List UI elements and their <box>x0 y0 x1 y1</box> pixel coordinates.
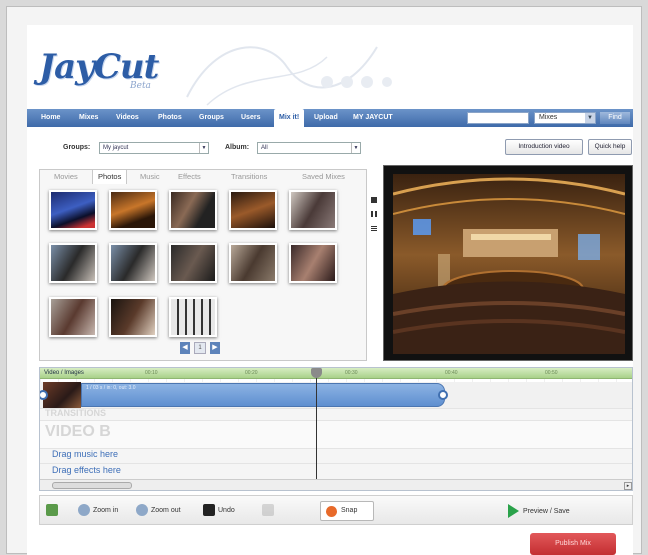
clip-end-handle[interactable] <box>438 390 448 400</box>
timeline-scrollbar[interactable]: ▸ <box>40 479 632 490</box>
timeline-clip[interactable] <box>81 383 445 407</box>
zoom-in-button[interactable]: Zoom in <box>78 504 118 518</box>
scrollbar-thumb[interactable] <box>52 482 132 489</box>
record-button[interactable] <box>46 504 61 518</box>
play-icon <box>508 504 519 518</box>
editor-toolbar: Zoom in Zoom out Undo Snap Preview / Sav… <box>39 495 633 525</box>
time-tick: 00:20 <box>245 370 258 376</box>
photo-thumbnail[interactable] <box>49 297 97 337</box>
time-tick: 00:30 <box>345 370 358 376</box>
camera-icon <box>46 504 58 517</box>
time-tick: 00:10 <box>145 370 158 376</box>
clip-thumbnail <box>43 382 81 408</box>
photo-thumbnail[interactable] <box>169 243 217 283</box>
beta-label: Beta <box>130 81 151 91</box>
page: JayCut Beta Home Mixes Videos Photos Gro… <box>27 25 633 555</box>
main-nav: Home Mixes Videos Photos Groups Users Mi… <box>27 109 633 127</box>
nav-my-jaycut[interactable]: MY JAYCUT <box>353 109 393 127</box>
tab-music[interactable]: Music <box>140 170 160 184</box>
magnet-icon <box>326 506 337 517</box>
album-select[interactable]: All ▼ <box>257 142 361 154</box>
video-b-track-label: VIDEO B <box>45 423 111 440</box>
video-b-track[interactable] <box>40 420 632 448</box>
nav-users[interactable]: Users <box>241 109 260 127</box>
media-library-panel: Movies Photos Music Effects Transitions … <box>39 169 367 361</box>
tab-transitions[interactable]: Transitions <box>231 170 267 184</box>
zoom-out-button[interactable]: Zoom out <box>136 504 181 518</box>
timeline-ruler[interactable]: Video / Images 00:10 00:20 00:30 00:40 0… <box>40 368 632 379</box>
photo-thumbnail[interactable] <box>49 243 97 283</box>
photo-thumbnail[interactable] <box>229 190 277 230</box>
video-images-track-label: Video / Images <box>44 370 84 376</box>
album-label: Album: <box>225 144 250 151</box>
next-page-icon[interactable]: ▶ <box>210 342 220 354</box>
preview-frame <box>393 174 625 354</box>
tab-saved-mixes[interactable]: Saved Mixes <box>302 170 345 184</box>
snap-button[interactable]: Snap <box>320 501 374 521</box>
page-number: 1 <box>194 342 206 354</box>
nav-groups[interactable]: Groups <box>199 109 224 127</box>
nav-mixes[interactable]: Mixes <box>79 109 98 127</box>
playhead <box>316 368 317 479</box>
introduction-video-button[interactable]: Introduction video <box>505 139 583 155</box>
photo-thumbnail[interactable] <box>109 297 157 337</box>
photo-thumbnail[interactable] <box>289 243 337 283</box>
search-input[interactable] <box>467 112 529 124</box>
chevron-down-icon: ▼ <box>199 143 208 153</box>
nav-photos[interactable]: Photos <box>158 109 182 127</box>
thumbnail-pager: ◀ 1 ▶ <box>177 342 225 354</box>
photo-thumbnail[interactable] <box>169 190 217 230</box>
nav-upload[interactable]: Upload <box>314 109 338 127</box>
preview-save-button[interactable]: Preview / Save <box>508 504 570 519</box>
time-tick: 00:40 <box>445 370 458 376</box>
music-track[interactable] <box>40 448 632 463</box>
chevron-down-icon: ▼ <box>585 113 595 123</box>
drag-music-hint: Drag music here <box>52 449 119 459</box>
time-tick: 00:50 <box>545 370 558 376</box>
redo-icon <box>262 504 274 517</box>
chevron-down-icon: ▼ <box>351 143 360 153</box>
scroll-right-icon[interactable]: ▸ <box>624 482 632 490</box>
effects-track[interactable] <box>40 463 632 479</box>
nav-mix-it[interactable]: Mix it! <box>274 109 305 127</box>
tab-movies[interactable]: Movies <box>54 170 78 184</box>
browser-frame: JayCut Beta Home Mixes Videos Photos Gro… <box>6 6 642 555</box>
find-button[interactable]: Find <box>600 112 630 124</box>
photo-thumbnail[interactable] <box>109 190 157 230</box>
decorative-swirl <box>186 46 392 106</box>
list-view-icon[interactable] <box>371 225 377 231</box>
drag-effects-hint: Drag effects here <box>52 465 121 475</box>
publish-mix-button[interactable]: Publish Mix <box>530 533 616 555</box>
nav-videos[interactable]: Videos <box>116 109 139 127</box>
undo-icon <box>203 504 215 517</box>
quick-help-button[interactable]: Quick help <box>588 139 632 155</box>
tab-photos[interactable]: Photos <box>92 169 128 184</box>
timeline-editor[interactable]: Video / Images 00:10 00:20 00:30 00:40 0… <box>39 367 633 491</box>
photo-thumbnail[interactable] <box>49 190 97 230</box>
photo-thumbnail[interactable] <box>169 297 217 337</box>
groups-select[interactable]: My jaycut ▼ <box>99 142 209 154</box>
photo-thumbnail[interactable] <box>109 243 157 283</box>
undo-button[interactable]: Undo <box>203 504 235 518</box>
transitions-track[interactable] <box>40 408 632 420</box>
transitions-track-label: TRANSITIONS <box>45 408 107 418</box>
search-type-select[interactable]: Mixes ▼ <box>534 112 596 124</box>
single-view-icon[interactable] <box>371 197 377 203</box>
photo-thumbnail[interactable] <box>229 243 277 283</box>
zoom-out-icon <box>136 504 148 517</box>
redo-button[interactable] <box>262 504 277 518</box>
nav-home[interactable]: Home <box>41 109 60 127</box>
previous-page-icon[interactable]: ◀ <box>180 342 190 354</box>
clip-info: 1 / 03 s / in: 0, out: 3.0 <box>86 385 136 391</box>
grid-view-icon[interactable] <box>371 211 377 217</box>
groups-label: Groups: <box>63 144 91 151</box>
photo-thumbnail[interactable] <box>289 190 337 230</box>
video-preview[interactable] <box>383 165 633 361</box>
zoom-in-icon <box>78 504 90 517</box>
tab-effects[interactable]: Effects <box>178 170 201 184</box>
